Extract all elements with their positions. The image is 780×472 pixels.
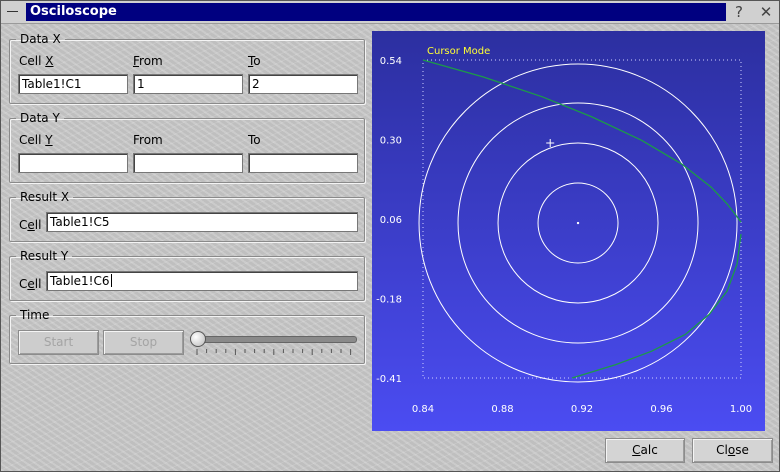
data-y-cell-label: Cell Y: [19, 133, 53, 147]
y-tick-label: -0.18: [376, 295, 402, 306]
result-x-cell-field[interactable]: Table1!C5: [46, 212, 358, 232]
data-y-legend: Data Y: [20, 111, 60, 125]
result-x-legend: Result X: [20, 190, 70, 204]
title-bar: Osciloscope ? ✕: [1, 1, 779, 24]
cursor-mode-label: Cursor Mode: [427, 46, 490, 57]
data-y-to-field[interactable]: [248, 153, 358, 173]
result-y-cell-value: Table1!C6: [50, 274, 110, 288]
data-x-legend: Data X: [20, 32, 61, 46]
data-x-cell-field[interactable]: Table1!C1: [18, 74, 128, 94]
close-button[interactable]: Close: [692, 438, 773, 463]
slider-ticks: [196, 349, 352, 355]
y-tick-label: 0.54: [380, 56, 402, 67]
data-y-to-label: To: [248, 133, 261, 147]
result-y-legend: Result Y: [20, 249, 69, 263]
y-tick-label: -0.41: [376, 374, 402, 385]
y-tick-label: 0.06: [380, 215, 402, 226]
text-caret: [110, 274, 112, 287]
x-tick-label: 0.88: [491, 404, 513, 415]
calc-button[interactable]: Calc: [605, 438, 685, 463]
osciloscope-window: Osciloscope ? ✕ Data X Cell X From To Ta…: [0, 0, 780, 472]
stop-button[interactable]: Stop: [103, 330, 184, 355]
result-y-cell-label: Cell: [19, 277, 42, 291]
plot-canvas: 0.84 0.88 0.92 0.96 1.00 0.54 0.30 0.06 -0.18 -0.…: [372, 31, 765, 431]
help-icon[interactable]: ?: [730, 3, 748, 21]
window-title: Osciloscope: [26, 3, 726, 21]
system-menu-icon[interactable]: [4, 4, 22, 20]
x-tick-label: 0.92: [571, 404, 593, 415]
close-icon[interactable]: ✕: [757, 3, 775, 21]
x-tick-label: 0.84: [412, 404, 434, 415]
oscilloscope-plot[interactable]: 0.84 0.88 0.92 0.96 1.00 0.54 0.30 0.06 -0.18 -0.…: [372, 31, 765, 431]
time-slider[interactable]: [189, 329, 359, 357]
plot-background: [372, 31, 765, 431]
data-y-cell-field[interactable]: [18, 153, 128, 173]
data-x-from-field[interactable]: 1: [133, 74, 243, 94]
data-x-to-field[interactable]: 2: [248, 74, 358, 94]
data-x-to-label: To: [248, 54, 261, 68]
x-tick-label: 1.00: [730, 404, 752, 415]
data-y-from-label: From: [133, 133, 163, 147]
data-x-cell-label: Cell X: [19, 54, 54, 68]
data-x-from-label: From: [133, 54, 163, 68]
start-button[interactable]: Start: [18, 330, 99, 355]
center-marker: [576, 221, 580, 225]
time-legend: Time: [20, 308, 50, 322]
y-tick-label: 0.30: [380, 136, 402, 147]
result-y-cell-field[interactable]: Table1!C6: [46, 271, 358, 291]
data-y-from-field[interactable]: [133, 153, 243, 173]
x-tick-label: 0.96: [650, 404, 672, 415]
result-x-cell-label: Cell: [19, 218, 42, 232]
